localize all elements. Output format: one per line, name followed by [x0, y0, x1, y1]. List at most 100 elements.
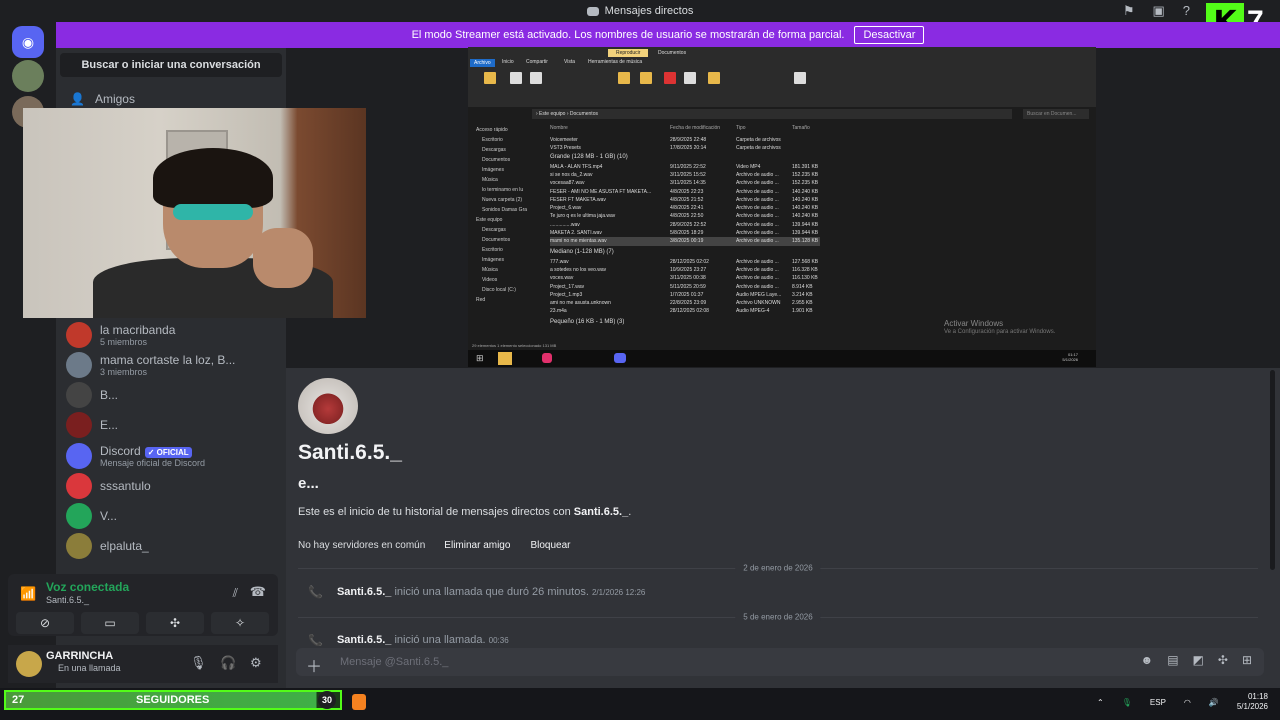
column-header[interactable]: Nombre [550, 125, 568, 131]
user-status: En una llamada [58, 663, 121, 673]
nav-item[interactable]: Escritorio [468, 135, 540, 145]
message-input[interactable]: Mensaje @Santi.6.5._ [340, 656, 448, 668]
file-group-header[interactable]: Mediano (1-128 MB) (7) [550, 248, 820, 257]
activate-windows-title: Activar Windows [944, 319, 1004, 328]
nav-item[interactable]: Nueva carpeta (2) [468, 195, 540, 205]
nav-item[interactable]: Red [468, 295, 540, 305]
phone-icon: 📞 [308, 585, 323, 599]
nav-item[interactable]: Acceso rápido [468, 125, 540, 135]
volume-icon[interactable]: 🔊 [1209, 698, 1219, 707]
user-avatar[interactable] [16, 651, 42, 677]
brave-icon[interactable] [352, 694, 366, 710]
microphone-tray-icon[interactable]: 🎙 [1122, 698, 1132, 707]
nav-item[interactable]: Este equipo [468, 215, 540, 225]
camera-off-button[interactable]: ⊘ [16, 612, 74, 634]
nav-item[interactable]: Videos [468, 275, 540, 285]
noise-suppression-icon[interactable]: ⫽ [233, 586, 238, 601]
explorer-search[interactable]: Buscar en Documen... [1023, 109, 1089, 119]
gift-icon[interactable]: ☻ [1141, 653, 1154, 667]
signal-icon: 📶 [20, 586, 37, 601]
dm-item[interactable]: V... [66, 501, 276, 531]
nav-item[interactable]: Imágenes [468, 255, 540, 265]
nav-item[interactable]: Sonidos Damas Gra [468, 205, 540, 215]
nav-item[interactable]: lo terminamo en lu [468, 185, 540, 195]
add-attachment-icon[interactable]: ＋ [306, 653, 322, 677]
explorer-taskbar-icon [498, 352, 512, 365]
nav-item[interactable]: Música [468, 265, 540, 275]
ribbon-tab[interactable]: Vista [564, 59, 575, 65]
webcam-hair [153, 148, 273, 208]
ribbon-tab[interactable]: Compartir [526, 59, 548, 65]
activities-button[interactable]: ✣ [146, 612, 204, 634]
voice-channel: Santi.6.5._ [46, 595, 90, 605]
chat-scrollbar[interactable] [1270, 370, 1275, 570]
sticker-icon[interactable]: ◩ [1193, 653, 1204, 667]
dm-item[interactable]: la macribanda 5 miembros [66, 320, 276, 350]
search-conversation-button[interactable]: Buscar o iniciar una conversación [60, 53, 282, 77]
remove-friend-button[interactable]: Eliminar amigo [435, 535, 519, 556]
inbox-icon[interactable]: ▣ [1152, 3, 1164, 19]
dm-item[interactable]: mama cortaste la loz, B... 3 miembros [66, 350, 276, 380]
file-group-header[interactable]: Pequeño (16 KB - 1 MB) (3) [550, 318, 820, 327]
address-bar[interactable]: › Este equipo › Documentos [532, 109, 1012, 119]
emoji-icon[interactable]: ✣ [1218, 653, 1228, 667]
ribbon-top-tab: Reproducir [608, 49, 649, 57]
nav-item[interactable]: Descargas [468, 145, 540, 155]
dm-item[interactable]: B... [66, 380, 276, 410]
file-row[interactable]: 23.m4a 28/12/2025 02:08 Audio MPEG-4 1.901 … [550, 307, 820, 316]
column-header[interactable]: Tamaño [792, 125, 810, 131]
message-input-bar: ＋ Mensaje @Santi.6.5._ ☻ ▤ ◩ ✣ ⊞ [296, 648, 1264, 676]
share-screen-button[interactable]: ▭ [81, 612, 139, 634]
dm-sub: Mensaje oficial de Discord [100, 458, 206, 468]
nav-item[interactable]: Documentos [468, 235, 540, 245]
nav-item[interactable]: Disco local (C:) [468, 285, 540, 295]
chevron-up-icon[interactable]: ⌃ [1097, 698, 1104, 707]
nav-item[interactable]: Escritorio [468, 245, 540, 255]
discord-logo-icon [66, 443, 92, 469]
column-header[interactable]: Fecha de modificación [670, 125, 720, 131]
sidebar-item-friends[interactable]: 👤 Amigos [70, 92, 135, 106]
call-user[interactable]: Santi.6.5._ [337, 586, 391, 598]
activate-windows-text: Ve a Configuración para activar Windows. [944, 329, 1056, 335]
ribbon-tab[interactable]: Inicio [502, 59, 514, 65]
disconnect-icon[interactable]: ☎ [250, 584, 266, 600]
flag-icon[interactable]: ⚑ [1123, 3, 1135, 19]
ribbon-tab[interactable]: Archivo [470, 59, 495, 67]
title-bar: Mensajes directos [0, 0, 1280, 22]
soundboard-icon: ✧ [234, 616, 246, 630]
dm-item[interactable]: E... [66, 410, 276, 440]
language-indicator[interactable]: ESP [1150, 698, 1166, 707]
call-user[interactable]: Santi.6.5._ [337, 634, 391, 646]
clock[interactable]: 01:18 5/1/2026 [1237, 692, 1268, 712]
call-message: 📞 Santi.6.5._ inició una llamada. 00:36 [308, 634, 509, 646]
help-icon[interactable]: ? [1183, 3, 1190, 19]
explorer-nav-pane: Acceso rápido Escritorio Descargas Document… [468, 125, 540, 325]
nav-item[interactable]: Documentos [468, 155, 540, 165]
dm-item-discord[interactable]: Discord ✓ OFICIAL Mensaje oficial de Disco… [66, 441, 276, 471]
discord-home-icon[interactable]: ◉ [12, 26, 44, 58]
file-group-header[interactable]: Grande (128 MB - 1 GB) (10) [550, 153, 820, 162]
nav-item[interactable]: Imágenes [468, 165, 540, 175]
block-button[interactable]: Bloquear [521, 535, 579, 556]
instagram-icon [542, 353, 552, 363]
server-icon[interactable] [12, 60, 44, 92]
ribbon-tab[interactable]: Herramientas de música [588, 59, 642, 65]
nav-item[interactable]: Música [468, 175, 540, 185]
dm-item[interactable]: elpaluta_ [66, 531, 276, 561]
wifi-icon[interactable]: ◠ [1184, 698, 1191, 707]
soundboard-button[interactable]: ✧ [211, 612, 269, 634]
followers-goal-bar: 27 SEGUIDORES 30 [4, 690, 342, 710]
dm-item[interactable]: sssantulo [66, 471, 276, 501]
gif-icon[interactable]: ▤ [1167, 653, 1178, 667]
nav-item[interactable]: Descargas [468, 225, 540, 235]
apps-icon[interactable]: ⊞ [1242, 653, 1252, 667]
file-row[interactable]: mami no me mientas.wav 3/8/2025 00:19 Arch… [550, 237, 820, 247]
disable-streamer-button[interactable]: Desactivar [854, 26, 925, 44]
headphones-icon[interactable]: 🎧 [220, 655, 236, 671]
column-header[interactable]: Tipo [736, 125, 746, 131]
shared-screen-stream[interactable]: Reproducir Documentos Archivo Inicio Com… [468, 47, 1096, 367]
settings-gear-icon[interactable]: ⚙ [250, 655, 262, 671]
streamer-mode-banner: El modo Streamer está activado. Los nomb… [56, 22, 1280, 48]
microphone-icon[interactable]: 🎙 [190, 655, 207, 671]
copy-icon [510, 72, 522, 84]
